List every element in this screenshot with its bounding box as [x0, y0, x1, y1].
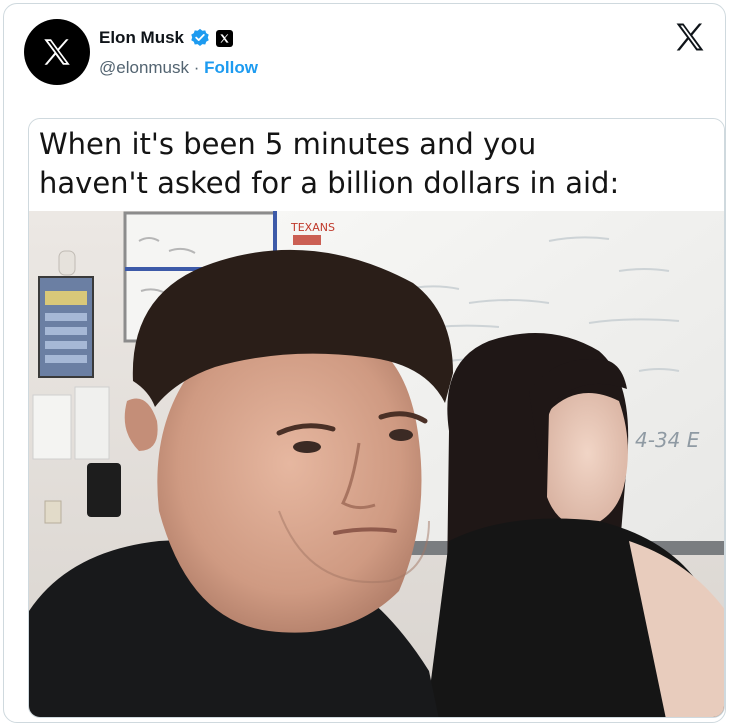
- meme-photo: TEXANS 4-34 E: [29, 211, 724, 717]
- meme-caption-line-2: haven't asked for a billion dollars in a…: [39, 166, 620, 200]
- affiliation-badge-icon[interactable]: [216, 29, 234, 47]
- separator-dot: ·: [193, 58, 200, 77]
- author-handle[interactable]: @elonmusk: [99, 58, 189, 77]
- meme-caption: When it's been 5 minutes and you haven't…: [29, 119, 724, 211]
- verified-badge-icon: [191, 28, 209, 46]
- whiteboard-text: 4-34 E: [635, 428, 700, 452]
- x-logo-icon[interactable]: [673, 20, 707, 54]
- x-logo-icon: [44, 39, 70, 65]
- author-name-row: Elon Musk: [99, 28, 234, 48]
- author-avatar[interactable]: [24, 19, 90, 85]
- soap-dispenser: [87, 463, 121, 517]
- meme-caption-line-1: When it's been 5 minutes and you: [39, 127, 537, 161]
- author-handle-row: @elonmusk · Follow: [99, 58, 258, 78]
- svg-text:TEXANS: TEXANS: [290, 221, 335, 234]
- tweet-embed-card: Elon Musk @elonmusk · Follow When it's b…: [3, 3, 726, 723]
- author-name[interactable]: Elon Musk: [99, 28, 184, 48]
- wall-poster: [38, 276, 94, 378]
- tweet-media[interactable]: When it's been 5 minutes and you haven't…: [28, 118, 725, 718]
- follow-button[interactable]: Follow: [204, 58, 258, 77]
